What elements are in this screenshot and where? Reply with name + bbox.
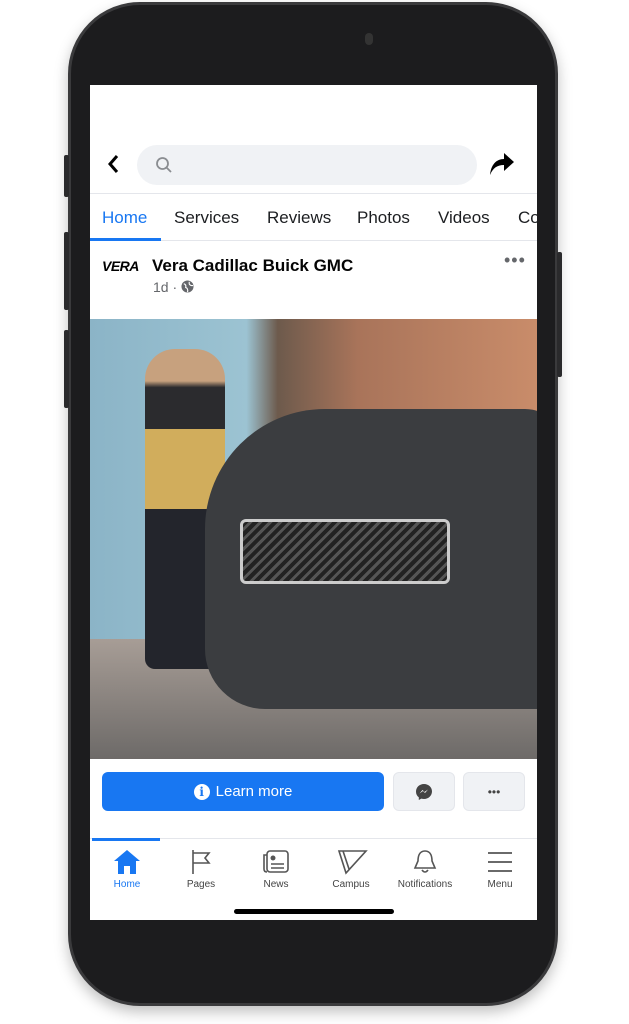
tab-home[interactable]: Home [102,208,147,228]
tab-reviews[interactable]: Reviews [267,208,331,228]
search-icon [156,157,172,173]
page-name[interactable]: Vera Cadillac Buick GMC [152,256,353,276]
post-actions: i Learn more ••• [102,772,525,811]
messenger-icon [416,783,432,800]
messenger-button[interactable] [393,772,455,811]
post-time: 1d · [153,279,178,295]
back-button[interactable] [106,151,120,182]
camera [365,33,373,45]
learn-more-button[interactable]: i Learn more [102,772,384,811]
nav-label: Pages [186,879,216,890]
post-image[interactable] [90,319,537,759]
nav-label: Home [113,879,141,890]
volume-down-button [64,330,69,408]
bottom-nav: Home Pages News Campus Notifications Men… [90,838,537,920]
info-icon: i [193,783,210,800]
post-more-button[interactable]: ••• [504,250,526,271]
chevron-left-icon [108,155,119,173]
nav-pages[interactable]: Pages [164,849,238,890]
top-bar [90,145,537,185]
nav-label: Menu [487,879,513,890]
tab-more[interactable]: Co [518,208,537,228]
active-tab-indicator [90,238,161,241]
bell-icon [413,850,437,873]
page-tabs: Home Services Reviews Photos Videos Co [90,193,537,241]
volume-up-button [64,232,69,310]
home-indicator[interactable] [234,909,394,914]
home-icon [114,850,140,874]
nav-label: News [263,879,289,890]
tab-photos[interactable]: Photos [357,208,410,228]
nav-label: Notifications [397,879,453,890]
search-input[interactable] [137,145,477,185]
nav-label: Campus [332,879,370,890]
post-meta: 1d · [153,279,194,295]
page-avatar-logo[interactable]: VERA [102,258,139,274]
nav-notifications[interactable]: Notifications [388,849,462,890]
learn-more-label: Learn more [215,783,293,800]
newspaper-icon [263,850,289,873]
share-arrow-icon [490,153,514,175]
tab-videos[interactable]: Videos [438,208,490,228]
nav-campus[interactable]: Campus [314,849,388,890]
mute-switch [64,155,69,197]
hamburger-menu-icon [488,852,512,872]
nav-menu[interactable]: Menu [463,849,537,890]
nav-news[interactable]: News [239,849,313,890]
pennant-icon [337,850,368,875]
active-nav-indicator [92,838,160,841]
screen: Home Services Reviews Photos Videos Co V… [90,85,537,920]
power-button [557,252,562,377]
tab-services[interactable]: Services [174,208,239,228]
nav-home[interactable]: Home [90,849,164,890]
share-button[interactable] [488,151,516,182]
globe-icon [181,280,194,293]
flag-icon [192,850,211,874]
more-actions-button[interactable]: ••• [463,772,525,811]
car-grill [240,519,450,584]
